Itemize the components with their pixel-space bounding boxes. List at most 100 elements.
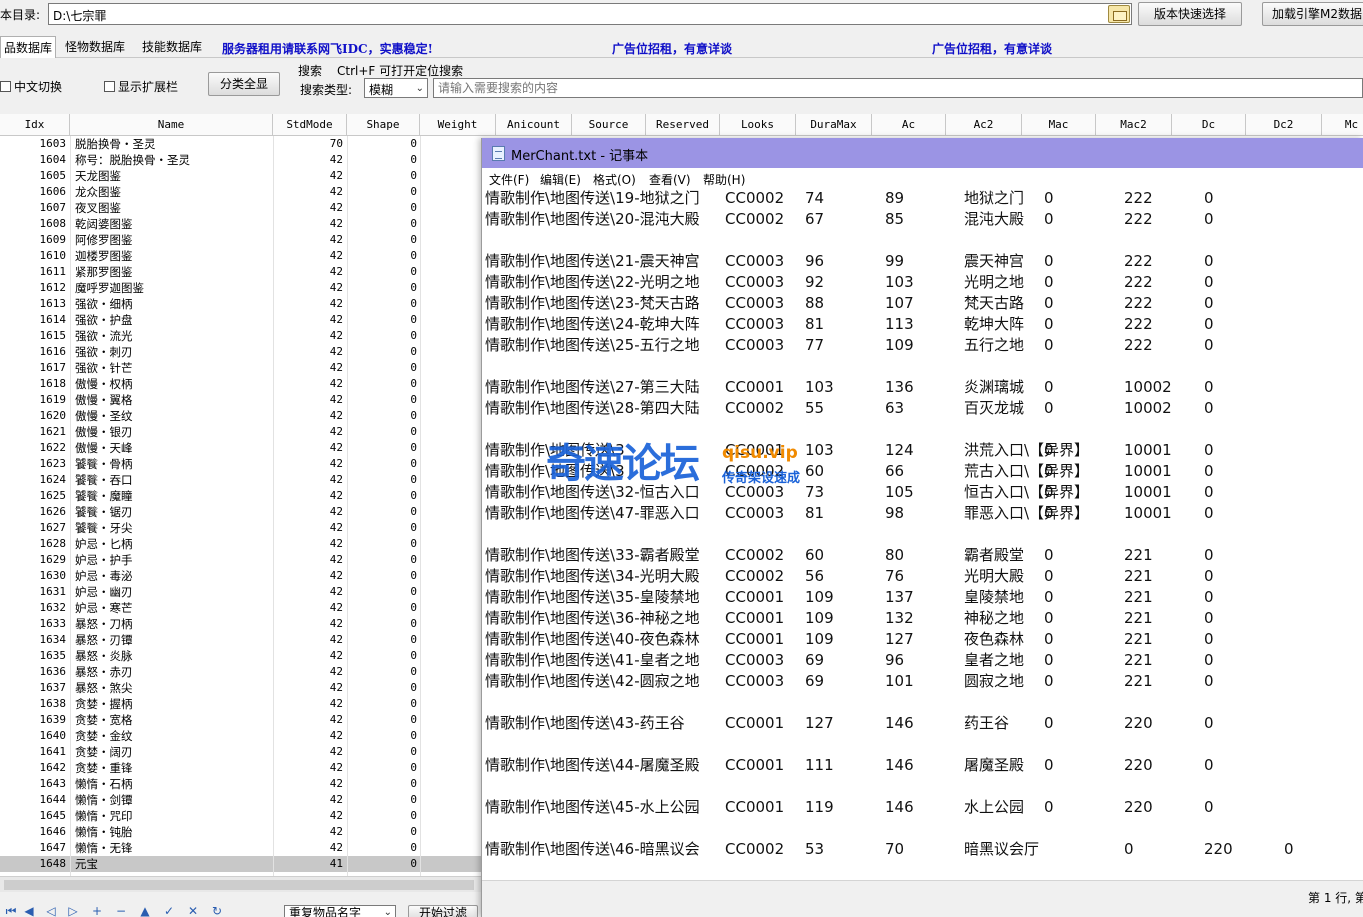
load-engine-button[interactable]: 加载引擎M2数据 bbox=[1262, 2, 1363, 26]
table-row[interactable]: 1625 饕餮・魔瞳 42 0 bbox=[0, 488, 481, 504]
prev-record-icon[interactable]: ◁ bbox=[44, 906, 58, 917]
chinese-switch-checkbox[interactable]: 中文切换 bbox=[0, 78, 62, 95]
menu-view[interactable]: 查看(V) bbox=[649, 171, 691, 188]
table-row[interactable]: 1622 傲慢・天峰 42 0 bbox=[0, 440, 481, 456]
add-record-icon[interactable]: + bbox=[90, 906, 104, 917]
column-header-ac[interactable]: Ac bbox=[872, 114, 946, 136]
column-header-ac2[interactable]: Ac2 bbox=[946, 114, 1022, 136]
table-row[interactable]: 1645 懒惰・咒印 42 0 bbox=[0, 808, 481, 824]
notepad-title-bar[interactable]: MerChant.txt - 记事本 bbox=[482, 138, 1363, 168]
tab-monster-db[interactable]: 怪物数据库 bbox=[62, 36, 128, 58]
prev-page-icon[interactable]: ◀ bbox=[22, 906, 36, 917]
table-row[interactable]: 1608 乾闼婆图鉴 42 0 bbox=[0, 216, 481, 232]
menu-file[interactable]: 文件(F) bbox=[489, 171, 529, 188]
table-row[interactable]: 1643 懒惰・石柄 42 0 bbox=[0, 776, 481, 792]
table-row[interactable]: 1634 暴怒・刃镡 42 0 bbox=[0, 632, 481, 648]
column-header-duramax[interactable]: DuraMax bbox=[796, 114, 872, 136]
column-header-stdmode[interactable]: StdMode bbox=[273, 114, 347, 136]
tab-skill-db[interactable]: 技能数据库 bbox=[139, 36, 205, 58]
first-record-icon[interactable]: ⏮ bbox=[4, 906, 18, 917]
cancel-icon[interactable]: ✕ bbox=[186, 906, 200, 917]
notepad-text-area[interactable]: 情歌制作\地图传送\19-地狱之门 CC0002 74 89 地狱之门 0 222 0 情歌制作… bbox=[482, 188, 1363, 880]
menu-help[interactable]: 帮助(H) bbox=[703, 171, 745, 188]
column-header-dc2[interactable]: Dc2 bbox=[1246, 114, 1322, 136]
table-row[interactable]: 1628 妒忌・匕柄 42 0 bbox=[0, 536, 481, 552]
table-row[interactable]: 1647 懒惰・无锋 42 0 bbox=[0, 840, 481, 856]
grid-horizontal-scrollbar[interactable] bbox=[0, 876, 481, 892]
column-header-mc[interactable]: Mc bbox=[1322, 114, 1363, 136]
table-row[interactable]: 1626 饕餮・锯刃 42 0 bbox=[0, 504, 481, 520]
table-row[interactable]: 1636 暴怒・赤刃 42 0 bbox=[0, 664, 481, 680]
table-row[interactable]: 1640 贪婪・金纹 42 0 bbox=[0, 728, 481, 744]
cell-stdmode: 42 bbox=[329, 217, 343, 230]
menu-format[interactable]: 格式(O) bbox=[593, 171, 636, 188]
tab-item-db[interactable]: 品数据库 bbox=[0, 36, 57, 58]
move-up-icon[interactable]: ▲ bbox=[138, 906, 152, 917]
cell-name: 懒惰・钝胎 bbox=[75, 825, 133, 839]
start-filter-button[interactable]: 开始过滤 bbox=[408, 905, 478, 917]
table-row[interactable]: 1603 脱胎换骨・圣灵 70 0 bbox=[0, 136, 481, 152]
category-all-button[interactable]: 分类全显 bbox=[208, 72, 280, 96]
table-row[interactable]: 1606 龙众图鉴 42 0 bbox=[0, 184, 481, 200]
path-input[interactable]: D:\七宗罪 bbox=[48, 3, 1132, 25]
delete-record-icon[interactable]: − bbox=[114, 906, 128, 917]
table-row[interactable]: 1630 妒忌・毒泌 42 0 bbox=[0, 568, 481, 584]
table-row[interactable]: 1642 贪婪・重锋 42 0 bbox=[0, 760, 481, 776]
column-header-looks[interactable]: Looks bbox=[720, 114, 796, 136]
next-record-icon[interactable]: ▷ bbox=[66, 906, 80, 917]
show-ext-bar-checkbox[interactable]: 显示扩展栏 bbox=[104, 78, 178, 95]
table-row[interactable]: 1644 懒惰・剑镡 42 0 bbox=[0, 792, 481, 808]
cell-stdmode: 42 bbox=[329, 297, 343, 310]
table-row[interactable]: 1635 暴怒・炎脉 42 0 bbox=[0, 648, 481, 664]
table-row[interactable]: 1610 迦楼罗图鉴 42 0 bbox=[0, 248, 481, 264]
table-row[interactable]: 1624 饕餮・吞口 42 0 bbox=[0, 472, 481, 488]
column-header-source[interactable]: Source bbox=[572, 114, 646, 136]
table-row[interactable]: 1615 强欲・流光 42 0 bbox=[0, 328, 481, 344]
refresh-icon[interactable]: ↻ bbox=[210, 906, 224, 917]
table-row[interactable]: 1633 暴怒・刀柄 42 0 bbox=[0, 616, 481, 632]
filter-select[interactable]: 重复物品名字 ⌄ bbox=[284, 905, 396, 917]
table-row[interactable]: 1639 贪婪・宽格 42 0 bbox=[0, 712, 481, 728]
menu-edit[interactable]: 编辑(E) bbox=[540, 171, 581, 188]
table-row[interactable]: 1631 妒忌・幽刃 42 0 bbox=[0, 584, 481, 600]
folder-icon[interactable] bbox=[1108, 5, 1130, 23]
search-input[interactable] bbox=[433, 78, 1363, 98]
table-row[interactable]: 1612 魔呼罗迦图鉴 42 0 bbox=[0, 280, 481, 296]
column-header-mac[interactable]: Mac bbox=[1022, 114, 1096, 136]
column-header-anicount[interactable]: Anicount bbox=[496, 114, 572, 136]
table-row[interactable]: 1611 紧那罗图鉴 42 0 bbox=[0, 264, 481, 280]
cell-idx: 1631 bbox=[39, 585, 67, 598]
table-row[interactable]: 1623 饕餮・骨柄 42 0 bbox=[0, 456, 481, 472]
scrollbar-thumb[interactable] bbox=[4, 880, 474, 890]
table-row[interactable]: 1621 傲慢・银刃 42 0 bbox=[0, 424, 481, 440]
column-header-reserved[interactable]: Reserved bbox=[646, 114, 720, 136]
table-row[interactable]: 1609 阿修罗图鉴 42 0 bbox=[0, 232, 481, 248]
table-row[interactable]: 1613 强欲・细柄 42 0 bbox=[0, 296, 481, 312]
table-row[interactable]: 1629 妒忌・护手 42 0 bbox=[0, 552, 481, 568]
table-row[interactable]: 1605 天龙图鉴 42 0 bbox=[0, 168, 481, 184]
table-row[interactable]: 1637 暴怒・煞尖 42 0 bbox=[0, 680, 481, 696]
table-row[interactable]: 1632 妒忌・寒芒 42 0 bbox=[0, 600, 481, 616]
table-row[interactable]: 1646 懒惰・钝胎 42 0 bbox=[0, 824, 481, 840]
version-select-button[interactable]: 版本快速选择 bbox=[1138, 2, 1242, 26]
column-header-mac2[interactable]: Mac2 bbox=[1096, 114, 1172, 136]
table-row[interactable]: 1627 饕餮・牙尖 42 0 bbox=[0, 520, 481, 536]
table-row[interactable]: 1638 贪婪・握柄 42 0 bbox=[0, 696, 481, 712]
table-row[interactable]: 1607 夜叉图鉴 42 0 bbox=[0, 200, 481, 216]
table-row[interactable]: 1614 强欲・护盘 42 0 bbox=[0, 312, 481, 328]
search-type-select[interactable]: 模糊 ⌄ bbox=[364, 78, 428, 98]
column-header-weight[interactable]: Weight bbox=[420, 114, 496, 136]
table-row[interactable]: 1619 傲慢・翼格 42 0 bbox=[0, 392, 481, 408]
column-header-idx[interactable]: Idx bbox=[0, 114, 70, 136]
table-row[interactable]: 1648 元宝 41 0 bbox=[0, 856, 481, 872]
table-row[interactable]: 1616 强欲・刺刃 42 0 bbox=[0, 344, 481, 360]
column-header-dc[interactable]: Dc bbox=[1172, 114, 1246, 136]
confirm-icon[interactable]: ✓ bbox=[162, 906, 176, 917]
table-row[interactable]: 1641 贪婪・阔刃 42 0 bbox=[0, 744, 481, 760]
table-row[interactable]: 1617 强欲・针芒 42 0 bbox=[0, 360, 481, 376]
table-row[interactable]: 1620 傲慢・圣纹 42 0 bbox=[0, 408, 481, 424]
table-row[interactable]: 1604 称号：脱胎换骨・圣灵 42 0 bbox=[0, 152, 481, 168]
column-header-name[interactable]: Name bbox=[70, 114, 273, 136]
table-row[interactable]: 1618 傲慢・权柄 42 0 bbox=[0, 376, 481, 392]
column-header-shape[interactable]: Shape bbox=[347, 114, 420, 136]
